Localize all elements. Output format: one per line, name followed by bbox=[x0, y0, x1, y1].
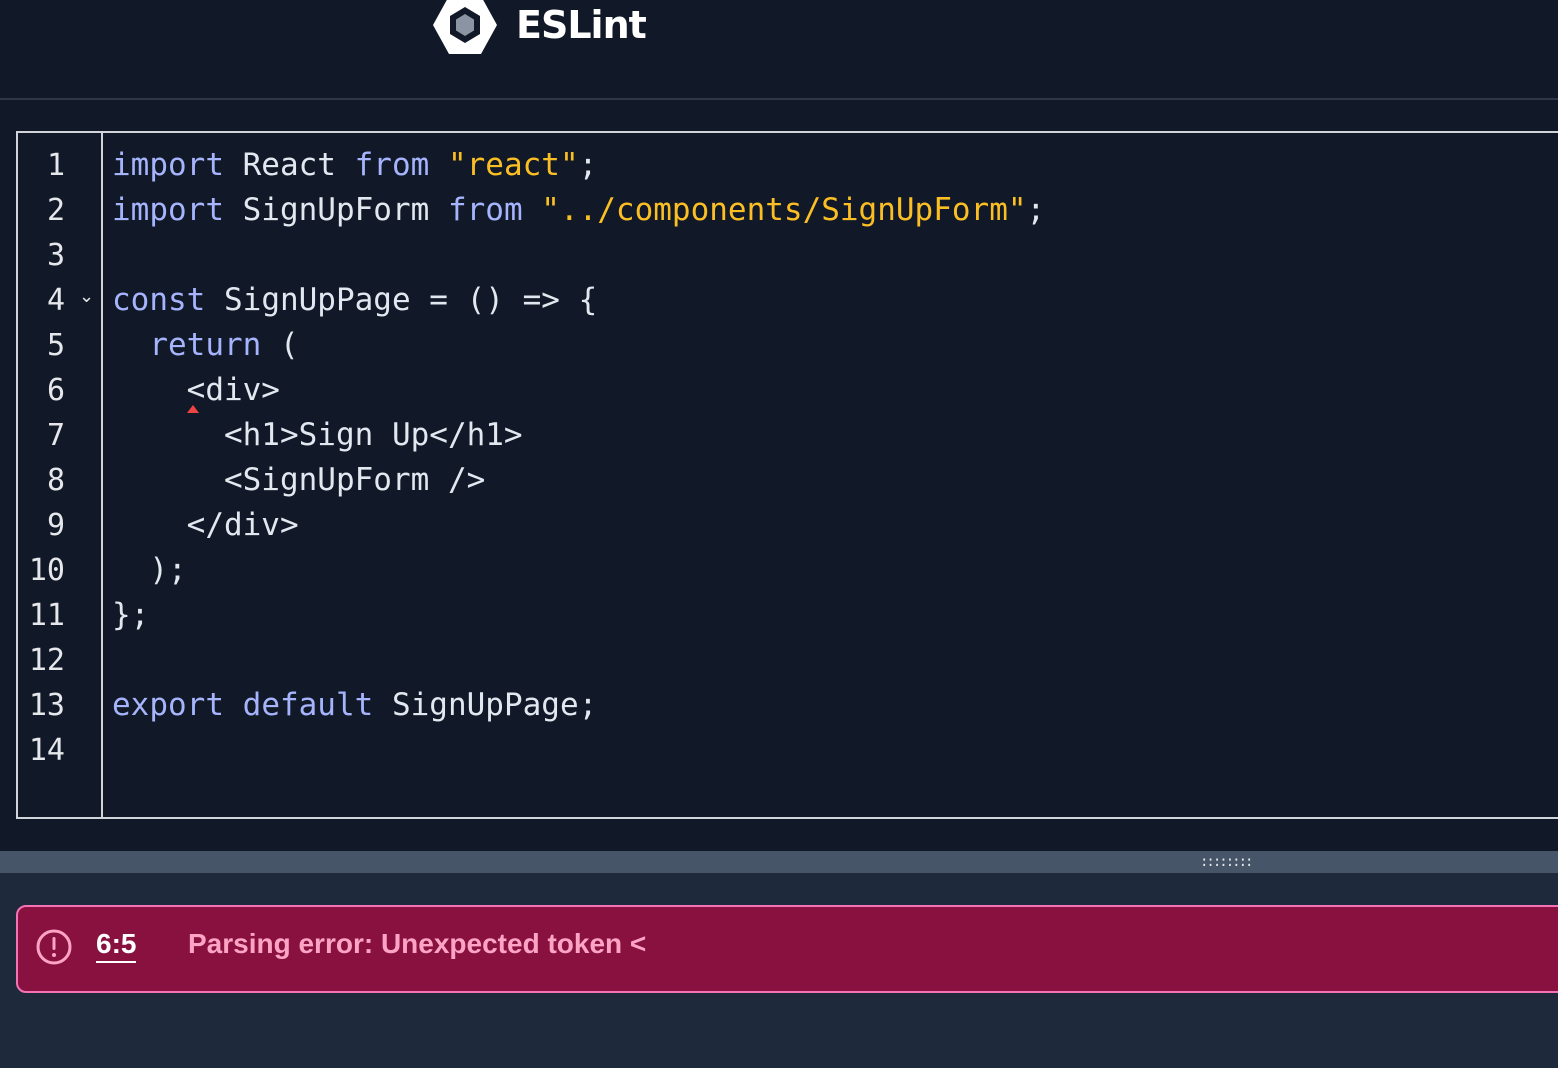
code-line[interactable]: <h1>Sign Up</h1> bbox=[112, 413, 523, 458]
code-token: <SignUpForm /> bbox=[112, 462, 486, 498]
error-text: Parsing error: Unexpected token < bbox=[188, 928, 647, 959]
error-marker-icon bbox=[187, 405, 199, 413]
code-token: SignUpPage = () => { bbox=[205, 282, 598, 318]
line-number: 11 bbox=[28, 598, 65, 633]
line-number: 1 bbox=[46, 148, 65, 183]
keyword-token: from bbox=[354, 147, 430, 183]
panel-resize-handle[interactable]: :::::::: bbox=[0, 851, 1558, 873]
line-number: 4 bbox=[46, 283, 65, 318]
code-line[interactable]: import SignUpForm from "../components/Si… bbox=[112, 188, 1045, 233]
code-line[interactable]: ); bbox=[112, 548, 187, 593]
keyword-token: import bbox=[112, 147, 224, 183]
code-token: SignUpPage; bbox=[373, 687, 598, 723]
code-line[interactable]: <SignUpForm /> bbox=[112, 458, 485, 503]
string-token: "../components/SignUpForm" bbox=[541, 192, 1027, 228]
line-number: 7 bbox=[46, 418, 65, 453]
problems-panel: 6:5 Parsing error: Unexpected token < bbox=[0, 873, 1558, 1068]
keyword-token: import bbox=[112, 192, 224, 228]
error-location-link[interactable]: 6:5 bbox=[96, 927, 137, 963]
code-token: }; bbox=[112, 597, 150, 633]
code-line[interactable]: export default SignUpPage; bbox=[112, 683, 597, 728]
line-number: 5 bbox=[46, 328, 65, 363]
line-number: 3 bbox=[46, 238, 65, 273]
code-token: ; bbox=[1026, 192, 1046, 228]
code-token: ); bbox=[112, 552, 187, 588]
code-token: ( bbox=[261, 327, 299, 363]
chevron-down-icon[interactable]: ⌄ bbox=[79, 286, 94, 307]
line-number: 14 bbox=[28, 733, 65, 768]
line-number: 9 bbox=[46, 508, 65, 543]
code-token: <h1>Sign Up</h1> bbox=[112, 417, 523, 453]
code-line[interactable]: }; bbox=[112, 593, 149, 638]
keyword-token: const bbox=[112, 282, 206, 318]
alert-circle-icon bbox=[34, 927, 74, 972]
drag-handle-icon[interactable]: :::::::: bbox=[1200, 855, 1253, 869]
error-message[interactable]: 6:5 Parsing error: Unexpected token < bbox=[16, 905, 1558, 993]
code-token: React bbox=[223, 147, 355, 183]
code-token: <div> bbox=[112, 372, 280, 408]
line-number: 2 bbox=[46, 193, 65, 228]
code-token: </div> bbox=[112, 507, 299, 543]
line-number: 12 bbox=[28, 643, 65, 678]
code-line[interactable]: const SignUpPage = () => { bbox=[112, 278, 597, 323]
line-number: 10 bbox=[28, 553, 65, 588]
app-title: ESLint bbox=[516, 3, 647, 47]
keyword-token: default bbox=[242, 687, 374, 723]
code-editor[interactable]: 1 2 3 4 5 6 7 8 9 10 11 12 13 14 ⌄ import React from "… bbox=[16, 131, 1558, 819]
eslint-logo[interactable]: ESLint bbox=[432, 0, 647, 56]
code-line[interactable]: return ( bbox=[112, 323, 299, 368]
string-token: "react" bbox=[447, 147, 579, 183]
keyword-token: from bbox=[447, 192, 523, 228]
line-number: 8 bbox=[46, 463, 65, 498]
keyword-token: export bbox=[112, 687, 224, 723]
code-token: ; bbox=[578, 147, 598, 183]
header-bar: ESLint bbox=[0, 0, 1558, 100]
code-line[interactable]: </div> bbox=[112, 503, 299, 548]
code-token: SignUpForm bbox=[223, 192, 448, 228]
keyword-token: return bbox=[149, 327, 262, 363]
line-number-gutter: 1 2 3 4 5 6 7 8 9 10 11 12 13 14 ⌄ bbox=[18, 133, 103, 817]
line-number: 6 bbox=[46, 373, 65, 408]
code-line[interactable]: import React from "react"; bbox=[112, 143, 597, 188]
eslint-hexagon-icon bbox=[432, 0, 498, 56]
line-number: 13 bbox=[28, 688, 65, 723]
